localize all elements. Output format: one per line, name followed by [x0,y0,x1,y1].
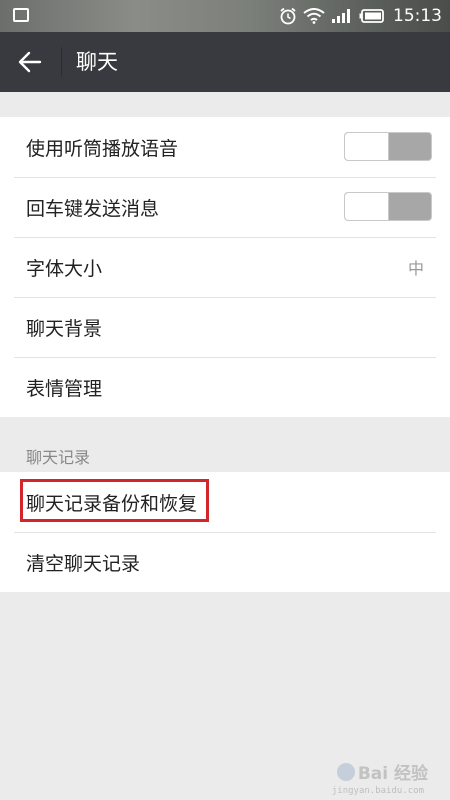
alarm-icon [280,7,296,25]
battery-icon [359,9,384,23]
toggle-knob [345,193,389,220]
setting-earpiece-voice[interactable]: 使用听筒播放语音 [0,117,450,177]
setting-label: 聊天记录备份和恢复 [26,492,198,515]
clear-chat-records[interactable]: 清空聊天记录 [0,532,450,592]
setting-sticker-management[interactable]: 表情管理 [0,357,450,417]
section-header-chat-records: 聊天记录 [26,448,91,467]
setting-label: 字体大小 [26,257,103,280]
setting-enter-send[interactable]: 回车键发送消息 [0,177,450,237]
gallery-icon [13,8,29,22]
header-divider [61,47,62,77]
chat-settings-group: 使用听筒播放语音 回车键发送消息 字体大小 中 聊天背景 表情管理 [0,117,450,417]
earpiece-toggle[interactable] [344,132,432,161]
paw-icon [336,762,355,781]
signal-icon [332,9,350,23]
font-size-value: 中 [407,259,424,278]
clock-time: 15:13 [393,6,442,26]
enter-send-toggle[interactable] [344,192,432,221]
app-bar: 聊天 [0,32,450,92]
setting-label: 表情管理 [26,377,103,400]
setting-label: 聊天背景 [26,317,103,340]
baidu-watermark: Bai 经验 [336,759,428,784]
toggle-knob [345,133,389,160]
setting-label: 清空聊天记录 [26,552,141,575]
setting-label: 使用听筒播放语音 [26,137,179,160]
chat-backup-restore[interactable]: 聊天记录备份和恢复 [0,472,450,532]
back-arrow-icon [18,51,42,73]
page-title: 聊天 [76,50,118,74]
watermark-text: Bai 经验 [357,764,428,784]
back-button[interactable] [14,46,46,78]
status-bar: 15:13 [0,0,450,32]
chat-records-group: 聊天记录备份和恢复 清空聊天记录 [0,472,450,592]
setting-label: 回车键发送消息 [26,197,160,220]
wifi-icon [303,8,325,24]
watermark-url: jingyan.baidu.com [331,786,424,796]
setting-chat-background[interactable]: 聊天背景 [0,297,450,357]
setting-font-size[interactable]: 字体大小 中 [0,237,450,297]
